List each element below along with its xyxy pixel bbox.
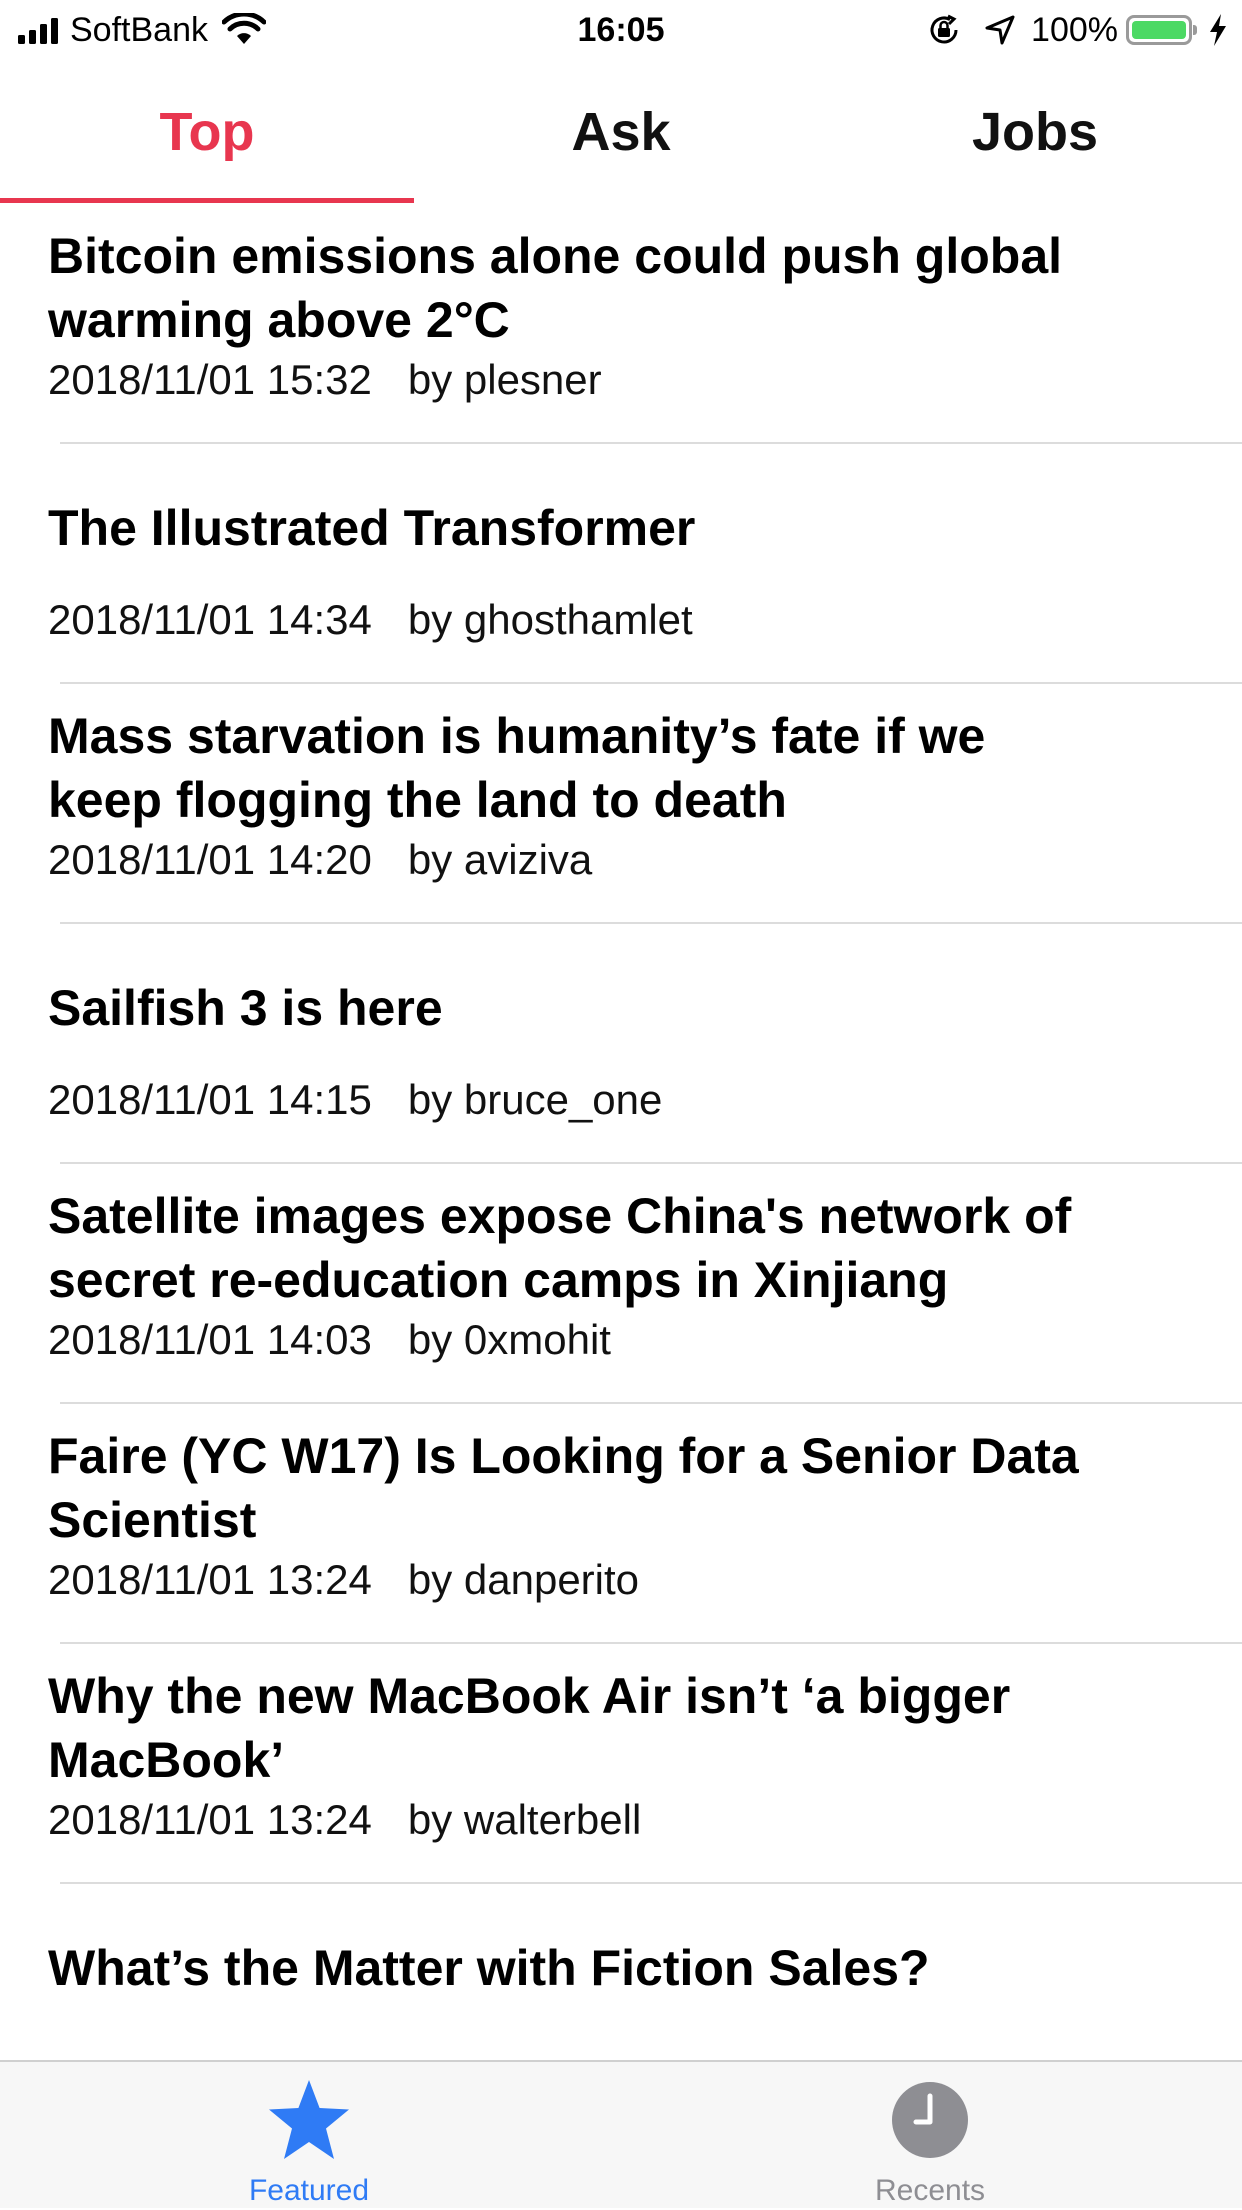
story-title: Sailfish 3 is here <box>48 980 443 1036</box>
story-meta: 2018/11/01 14:03 by 0xmohit <box>48 1314 611 1366</box>
story-title: Mass starvation is humanity’s fate if we… <box>48 708 986 828</box>
story-row[interactable]: Satellite images expose China's network … <box>48 1164 1242 1404</box>
story-date: 2018/11/01 13:24 <box>48 1556 372 1603</box>
tab-featured[interactable]: Featured <box>159 2062 459 2210</box>
story-author: by bruce_one <box>407 1076 663 1123</box>
story-row[interactable]: The Illustrated Transformer 2018/11/01 1… <box>48 444 1242 684</box>
battery-percentage: 100% <box>1031 10 1118 49</box>
story-meta: 2018/11/01 13:24 by walterbell <box>48 1794 641 1846</box>
story-meta: 2018/11/01 13:24 by danperito <box>48 1554 639 1606</box>
clock-icon <box>892 2082 968 2158</box>
story-author: by plesner <box>407 356 602 403</box>
bottom-tab-bar: Featured Recents <box>0 2060 1242 2208</box>
status-bar-right: 100% <box>917 10 1228 50</box>
story-author: by 0xmohit <box>407 1316 611 1363</box>
story-title: Bitcoin emissions alone could push globa… <box>48 228 1063 348</box>
story-title: Satellite images expose China's network … <box>48 1188 1072 1308</box>
story-date: 2018/11/01 14:34 <box>48 596 372 643</box>
story-date: 2018/11/01 15:32 <box>48 356 372 403</box>
story-row[interactable]: Why the new MacBook Air isn’t ‘a bigger … <box>48 1644 1242 1884</box>
star-icon <box>269 2080 349 2159</box>
story-date: 2018/11/01 14:15 <box>48 1076 372 1123</box>
story-meta: 2018/11/01 15:32 by plesner <box>48 354 602 406</box>
orientation-lock-icon <box>930 14 958 44</box>
story-meta: 2018/11/01 14:15 by bruce_one <box>48 1074 662 1126</box>
tab-top[interactable]: Top <box>0 62 414 204</box>
section-tabs: Top Ask Jobs <box>0 62 1242 204</box>
location-arrow-icon <box>985 15 1015 45</box>
story-date: 2018/11/01 14:03 <box>48 1316 372 1363</box>
story-row[interactable]: Mass starvation is humanity’s fate if we… <box>48 684 1242 924</box>
story-row[interactable]: Sailfish 3 is here 2018/11/01 14:15 by br… <box>48 924 1242 1164</box>
story-title: The Illustrated Transformer <box>48 500 696 556</box>
battery-fill <box>1132 21 1186 39</box>
story-date: 2018/11/01 14:20 <box>48 836 372 883</box>
tab-jobs[interactable]: Jobs <box>828 62 1242 204</box>
story-author: by aviziva <box>407 836 593 883</box>
story-author: by ghosthamlet <box>407 596 693 643</box>
story-row[interactable]: Bitcoin emissions alone could push globa… <box>48 204 1242 444</box>
story-row[interactable]: What’s the Matter with Fiction Sales? <box>48 1884 1242 2060</box>
story-meta: 2018/11/01 14:20 by aviziva <box>48 834 592 886</box>
tab-ask[interactable]: Ask <box>414 62 828 204</box>
charging-bolt-icon <box>1210 14 1226 46</box>
story-author: by walterbell <box>407 1796 642 1843</box>
story-title: Faire (YC W17) Is Looking for a Senior D… <box>48 1428 1079 1548</box>
tab-featured-label: Featured <box>248 2174 370 2207</box>
story-title: Why the new MacBook Air isn’t ‘a bigger … <box>48 1668 1011 1788</box>
story-meta: 2018/11/01 14:34 by ghosthamlet <box>48 594 693 646</box>
status-bar: SoftBank 16:05 100% <box>0 0 1242 62</box>
story-date: 2018/11/01 13:24 <box>48 1796 372 1843</box>
story-list[interactable]: Bitcoin emissions alone could push globa… <box>0 204 1242 2060</box>
tab-recents-label: Recents <box>874 2174 986 2207</box>
tab-recents[interactable]: Recents <box>780 2062 1080 2210</box>
battery-icon <box>1126 15 1197 45</box>
story-title: What’s the Matter with Fiction Sales? <box>48 1940 930 1996</box>
active-tab-indicator <box>0 198 414 203</box>
story-row[interactable]: Faire (YC W17) Is Looking for a Senior D… <box>48 1404 1242 1644</box>
story-author: by danperito <box>407 1556 640 1603</box>
